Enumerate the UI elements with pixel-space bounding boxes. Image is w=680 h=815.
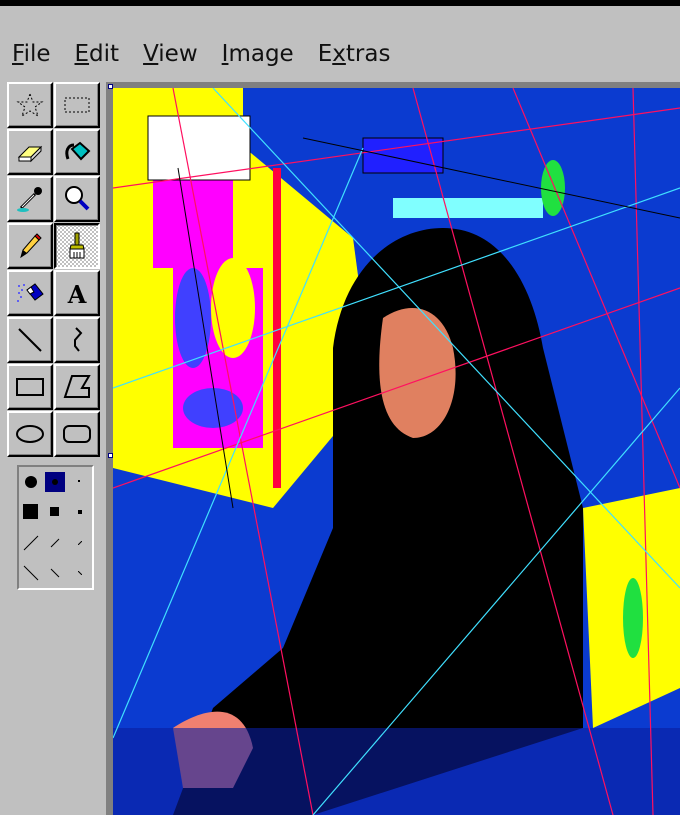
menu-label: Edit [74,41,120,67]
drawing-canvas[interactable] [113,88,680,815]
brush-option-backslash-large[interactable] [21,563,41,583]
airbrush-tool[interactable] [7,270,53,316]
rectangle-icon [16,378,44,396]
slash-brush-icon [23,535,39,550]
magnifier-tool[interactable] [54,176,100,222]
line-icon [18,328,42,352]
curve-tool[interactable] [54,317,100,363]
brush-option-circle-medium[interactable] [45,472,66,493]
slash-brush-icon [51,538,60,547]
svg-text:A: A [67,280,87,308]
fill-tool[interactable] [54,129,100,175]
backslash-brush-icon [77,570,82,575]
airbrush-icon [17,283,44,302]
free-form-select-tool[interactable] [7,82,53,128]
eraser-icon [17,145,43,163]
brush-tool[interactable] [54,223,100,269]
square-brush-icon [77,510,82,515]
brush-icon [69,232,85,259]
rounded-rectangle-icon [63,425,91,443]
brush-option-square-small[interactable] [70,502,90,522]
ellipse-icon [16,425,44,443]
menu-extras[interactable]: Extras [306,36,403,72]
menu-image[interactable]: Image [210,36,306,72]
polygon-tool[interactable] [54,364,100,410]
eraser-tool[interactable] [7,129,53,175]
rectangle-tool[interactable] [7,364,53,410]
color-picker-tool[interactable] [7,176,53,222]
text-icon: A [67,280,87,308]
pencil-tool[interactable] [7,223,53,269]
menu-accel: x [332,41,346,67]
slash-brush-icon [77,540,82,545]
menu-edit[interactable]: Edit [63,36,132,72]
circle-brush-icon [25,476,38,489]
circle-brush-icon [52,479,59,486]
brush-option-backslash-small[interactable] [70,563,90,583]
rect-select-tool[interactable] [54,82,100,128]
magnifier-icon [65,186,90,211]
eyedropper-icon [17,187,42,212]
brush-option-square-medium[interactable] [45,502,65,522]
backslash-brush-icon [51,568,60,578]
menu-file[interactable]: File [0,36,63,72]
text-tool[interactable]: A [54,270,100,316]
curve-icon [74,327,83,352]
square-brush-icon [50,507,60,517]
brush-option-circle-small[interactable] [70,472,90,492]
pencil-icon [20,233,42,259]
menu-view[interactable]: View [131,36,210,72]
square-brush-icon [23,504,39,520]
circle-brush-icon [77,480,80,483]
brush-option-slash-medium[interactable] [45,533,65,553]
brush-option-slash-large[interactable] [21,533,41,553]
line-tool[interactable] [7,317,53,363]
toolbox: A [7,82,102,458]
brush-option-square-large[interactable] [21,502,41,522]
ellipse-tool[interactable] [7,411,53,457]
menu-bar: File Edit View Image Extras [0,36,402,72]
menu-label: tras [345,41,391,67]
menu-label: View [143,41,198,67]
menu-label: Image [221,41,294,67]
polygon-icon [63,375,91,398]
menu-label: E [317,41,333,67]
brush-option-backslash-medium[interactable] [45,563,65,583]
brush-option-circle-large[interactable] [21,472,41,492]
rect-select-icon [64,97,90,113]
status-bar [0,0,680,6]
backslash-brush-icon [23,565,39,581]
brush-option-slash-small[interactable] [70,533,90,553]
canvas-artwork [113,88,680,815]
menu-label: File [12,41,51,67]
brush-size-options [17,465,94,590]
star-select-icon [16,92,44,118]
paint-bucket-icon [65,141,91,161]
rounded-rectangle-tool[interactable] [54,411,100,457]
